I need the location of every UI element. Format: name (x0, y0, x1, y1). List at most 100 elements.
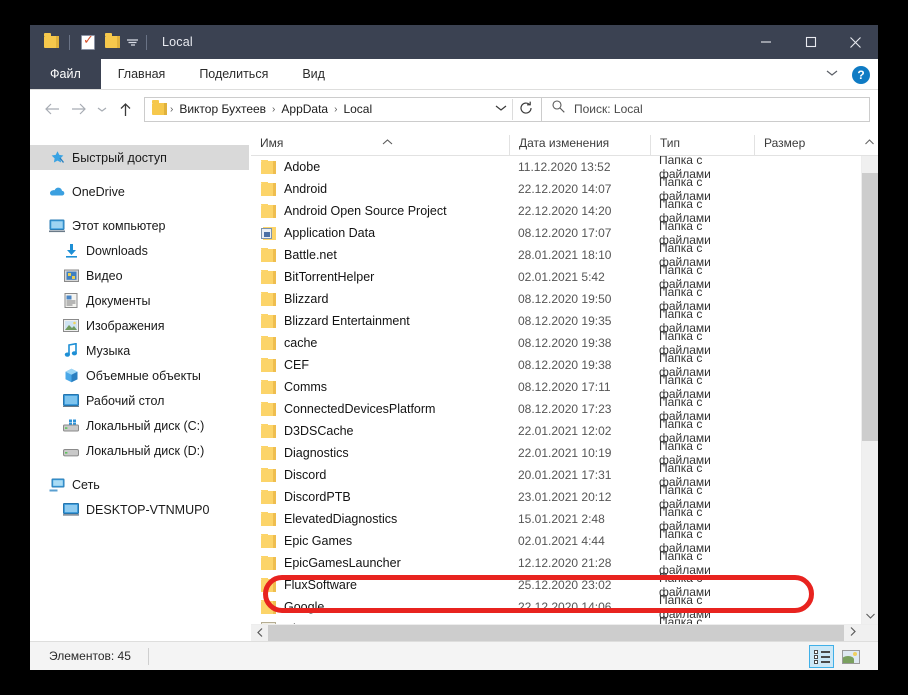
file-name-label: ElevatedDiagnostics (284, 512, 398, 526)
table-row[interactable]: Android 22.12.2020 14:07 Папка с файлами (251, 175, 861, 203)
breadcrumb-item-local[interactable]: Local (338, 102, 377, 116)
tab-share[interactable]: Поделиться (182, 59, 285, 89)
sidebar-item-музыка[interactable]: Музыка (30, 338, 249, 363)
address-bar[interactable]: › Виктор Бухтеев › AppData › Local (144, 96, 542, 122)
column-header-date[interactable]: Дата изменения (509, 135, 650, 155)
sidebar-item-сеть[interactable]: Сеть (30, 472, 249, 497)
folder-icon (261, 556, 276, 570)
table-row[interactable]: Comms 08.12.2020 17:11 Папка с файлами (251, 373, 861, 401)
table-row[interactable]: Diagnostics 22.01.2021 10:19 Папка с файла… (251, 439, 861, 467)
table-row[interactable]: Blizzard Entertainment 08.12.2020 19:35 Па… (251, 307, 861, 335)
details-view-button[interactable] (809, 645, 834, 668)
breadcrumb-item-user[interactable]: Виктор Бухтеев (174, 102, 271, 116)
scroll-down-icon[interactable] (862, 607, 878, 624)
file-name-label: EpicGamesLauncher (284, 556, 401, 570)
refresh-icon[interactable] (513, 101, 539, 118)
file-name-cell: Application Data (251, 226, 509, 240)
scroll-up-icon[interactable] (860, 128, 878, 156)
table-row[interactable]: Android Open Source Project 22.12.2020 14… (251, 197, 861, 225)
sidebar-item-downloads[interactable]: Downloads (30, 238, 249, 263)
status-bar: Элементов: 45 (30, 641, 878, 670)
file-explorer-window: Local Файл Главная Поделиться Вид ? (30, 25, 878, 670)
back-arrow-icon[interactable] (38, 96, 65, 123)
table-row[interactable]: D3DSCache 22.01.2021 12:02 Папка с файлами (251, 417, 861, 445)
column-header-type[interactable]: Тип (650, 135, 754, 155)
sidebar-item-рабочий-стол[interactable]: Рабочий стол (30, 388, 249, 413)
folder-icon (261, 358, 276, 372)
table-row[interactable]: Battle.net 28.01.2021 18:10 Папка с файлам… (251, 241, 861, 269)
navigation-pane[interactable]: Быстрый доступ OneDrive Этот компьютер Down… (30, 128, 249, 641)
table-row[interactable]: cache 08.12.2020 19:38 Папка с файлами (251, 329, 861, 357)
breadcrumb-item-appdata[interactable]: AppData (276, 102, 333, 116)
file-name-cell: Blizzard Entertainment (251, 314, 509, 328)
chevron-down-icon[interactable] (490, 104, 512, 115)
folder-icon (261, 512, 276, 526)
details-view-icon (813, 650, 830, 664)
search-placeholder: Поиск: Local (574, 102, 643, 116)
file-name-label: Adobe (284, 160, 321, 174)
search-input[interactable]: Поиск: Local (542, 96, 870, 122)
table-row[interactable]: CEF 08.12.2020 19:38 Папка с файлами (251, 351, 861, 379)
file-name-cell: ElevatedDiagnostics (251, 512, 509, 526)
tab-file[interactable]: Файл (30, 59, 101, 89)
sidebar-item-объемные-объекты[interactable]: Объемные объекты (30, 363, 249, 388)
vertical-scrollbar[interactable] (861, 156, 878, 624)
table-row[interactable]: Application Data 08.12.2020 17:07 Папка с … (251, 219, 861, 247)
scroll-left-icon[interactable] (251, 627, 268, 639)
sidebar-item-desktop-vtnmup0[interactable]: DESKTOP-VTNMUP0 (30, 497, 249, 522)
sidebar-item-изображения[interactable]: Изображения (30, 313, 249, 338)
status-divider (147, 647, 149, 665)
minimize-icon[interactable] (743, 25, 788, 59)
desktop-icon (63, 393, 79, 409)
table-row[interactable]: Discord 20.01.2021 17:31 Папка с файлами (251, 461, 861, 489)
column-header-name[interactable]: Имя (251, 135, 509, 155)
help-icon[interactable]: ? (852, 65, 870, 84)
folder-icon (261, 600, 276, 614)
chevron-down-icon[interactable] (820, 69, 844, 80)
folder-icon[interactable] (101, 29, 123, 55)
column-headers: Имя Дата изменения Тип Размер (251, 128, 878, 156)
table-row[interactable]: FluxSoftware 25.12.2020 23:02 Папка с файл… (251, 571, 861, 599)
file-list[interactable]: Adobe 11.12.2020 13:52 Папка с файлами Andr… (251, 156, 861, 624)
chevron-down-icon[interactable] (125, 31, 139, 53)
tab-view[interactable]: Вид (285, 59, 342, 89)
sidebar-item-документы[interactable]: Документы (30, 288, 249, 313)
file-list-pane: Имя Дата изменения Тип Размер Adobe 11.12… (251, 128, 878, 642)
sidebar-item-быстрый-доступ[interactable]: Быстрый доступ (30, 145, 249, 170)
recent-locations-icon[interactable] (92, 96, 112, 123)
sidebar-item-локальный-диск-d[interactable]: Локальный диск (D:) (30, 438, 249, 463)
cloud-icon (49, 184, 65, 200)
column-header-size[interactable]: Размер (754, 135, 846, 155)
sidebar-item-onedrive[interactable]: OneDrive (30, 179, 249, 204)
table-row[interactable]: ConnectedDevicesPlatform 08.12.2020 17:23… (251, 395, 861, 423)
table-row[interactable]: Google 22.12.2020 14:06 Папка с файлами (251, 593, 861, 621)
sidebar-item-локальный-диск-c[interactable]: Локальный диск (C:) (30, 413, 249, 438)
folder-icon (261, 270, 276, 284)
up-arrow-icon[interactable] (112, 96, 139, 123)
column-header-name-label: Имя (260, 135, 284, 150)
large-icons-view-button[interactable] (838, 645, 863, 668)
file-date-cell: 02.01.2021 5:42 (518, 270, 605, 284)
file-name-cell: Comms (251, 380, 509, 394)
forward-arrow-icon[interactable] (65, 96, 92, 123)
table-row[interactable]: Epic Games 02.01.2021 4:44 Папка с файлами (251, 527, 861, 555)
maximize-icon[interactable] (788, 25, 833, 59)
table-row[interactable]: BitTorrentHelper 02.01.2021 5:42 Папка с ф… (251, 263, 861, 291)
table-row[interactable]: EpicGamesLauncher 12.12.2020 21:28 Папка с… (251, 549, 861, 577)
close-icon[interactable] (833, 25, 878, 59)
table-row[interactable]: Blizzard 08.12.2020 19:50 Папка с файлами (251, 285, 861, 313)
view-mode-buttons (809, 642, 863, 671)
horizontal-scrollbar-thumb[interactable] (268, 625, 844, 641)
sidebar-item-видео[interactable]: Видео (30, 263, 249, 288)
table-row[interactable]: Adobe 11.12.2020 13:52 Папка с файлами (251, 156, 861, 181)
table-row[interactable]: DiscordPTB 23.01.2021 20:12 Папка с файлам… (251, 483, 861, 511)
horizontal-scrollbar[interactable] (251, 624, 878, 642)
file-name-cell: Blizzard (251, 292, 509, 306)
sidebar-item-этот-компьютер[interactable]: Этот компьютер (30, 213, 249, 238)
tab-home[interactable]: Главная (101, 59, 183, 89)
scroll-right-icon[interactable] (844, 625, 861, 642)
checked-document-icon[interactable] (77, 29, 99, 55)
table-row[interactable]: ElevatedDiagnostics 15.01.2021 2:48 Папка … (251, 505, 861, 533)
file-name-label: Android (284, 182, 328, 196)
vertical-scrollbar-thumb[interactable] (862, 173, 878, 441)
